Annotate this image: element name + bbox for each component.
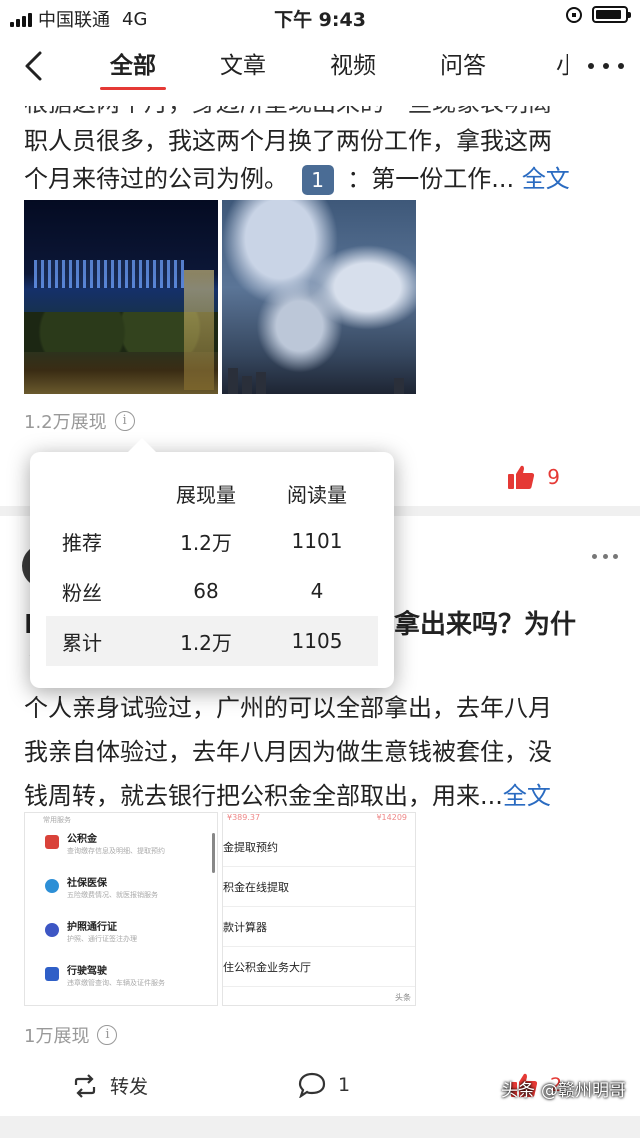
- post-card-1: 根据这两个月，身边所呈现出来的一些现象表明离 职人员很多，我这两个月换了两份工作…: [0, 98, 640, 506]
- post-1-line-2: 职人员很多，我这两个月换了两份工作，拿我这两: [24, 127, 552, 155]
- stats-row-recommend: 推荐 1.2万 1101: [62, 529, 343, 555]
- list-item: 积金在线提取: [223, 867, 415, 907]
- list-item: 住公积金业务大厅: [223, 947, 415, 987]
- post-2-text: 个人亲身试验过，广州的可以全部拿出，去年八月 我亲自体验过，去年八月因为做生意钱…: [24, 686, 624, 818]
- list-item: 款计算器: [223, 907, 415, 947]
- post-1-impressions: 1.2万展现 i: [24, 408, 135, 434]
- share-button[interactable]: 转发: [72, 1072, 148, 1099]
- tab-articles[interactable]: 文章: [188, 34, 298, 98]
- post-2-impressions: 1万展现 i: [24, 1022, 118, 1048]
- post-1-full-text-link[interactable]: 全文: [522, 165, 570, 193]
- post-2-more-button[interactable]: [592, 554, 618, 562]
- list-item: 金提取预约: [223, 827, 415, 867]
- post-1-line-1: 根据这两个月，身边所呈现出来的一些现象表明离: [24, 98, 552, 117]
- comment-button[interactable]: 1: [298, 1072, 350, 1098]
- comment-count: 1: [338, 1074, 351, 1096]
- post-2-line-1: 个人亲身试验过，广州的可以全部拿出，去年八月: [24, 694, 552, 722]
- stats-header-reads: 阅读量: [287, 482, 347, 507]
- stats-row-total: 累计 1.2万 1105: [46, 616, 378, 666]
- service-item: 社保医保 五险缴费情况、就医报销服务: [25, 869, 217, 913]
- stats-header-impressions: 展现量: [176, 482, 236, 507]
- chevron-left-icon: [25, 51, 42, 81]
- tab-videos[interactable]: 视频: [298, 34, 408, 98]
- thumbs-up-icon: [508, 465, 535, 489]
- more-options-button[interactable]: [588, 54, 624, 78]
- housing-fund-icon: [45, 835, 59, 849]
- post-1-text: 根据这两个月，身边所呈现出来的一些现象表明离 职人员很多，我这两个月换了两份工作…: [24, 98, 624, 198]
- tab-small-video[interactable]: 小视: [518, 34, 568, 98]
- info-icon[interactable]: i: [97, 1025, 118, 1045]
- keycap-number-one-icon: 1: [301, 165, 334, 195]
- post-1-like-button[interactable]: 9: [507, 464, 560, 490]
- repost-icon: [74, 1073, 96, 1098]
- post-1-image-cloudy-sky[interactable]: [222, 200, 416, 394]
- bottom-gap: [0, 1116, 640, 1138]
- post-2-image-fund-menu[interactable]: ¥389.37 ¥14209 金提取预约 积金在线提取 款计算器 住公积金业务大…: [222, 812, 416, 1006]
- clock: 下午 9:43: [274, 9, 366, 31]
- service-item: 行驶驾驶 违章缴管查询、车辆及证件服务: [25, 957, 217, 1001]
- scrollbar: [212, 833, 215, 873]
- impressions-stats-popup: 展现量 阅读量 推荐 1.2万 1101 粉丝 68 4 累计 1.2万 110…: [30, 438, 394, 688]
- image-watermark: 头条: [395, 993, 411, 1002]
- post-2-image-service-list[interactable]: 常用服务 公积金 查询缴存信息及明细、提取预约 社保医保 五险缴费情况、就医报销服务…: [24, 812, 218, 1006]
- back-button[interactable]: [18, 48, 54, 84]
- stats-table: 展现量 阅读量 推荐 1.2万 1101 粉丝 68 4 累计 1.2万 110…: [46, 470, 378, 666]
- stats-header-row: 展现量 阅读量: [46, 470, 378, 516]
- author-watermark: 头条 @赣州明哥: [501, 1081, 626, 1101]
- service-item: 护照通行证 护照、通行证签注办理: [25, 913, 217, 957]
- car-icon: [45, 967, 59, 981]
- post-1-image-night-city[interactable]: [24, 200, 218, 394]
- status-bar: 中国联通 4G 下午 9:43: [0, 0, 640, 34]
- info-icon[interactable]: i: [114, 411, 135, 431]
- post-2-full-text-link[interactable]: 全文: [503, 782, 551, 810]
- service-item: 公积金 查询缴存信息及明细、提取预约: [25, 825, 217, 869]
- tab-all[interactable]: 全部: [78, 34, 188, 98]
- tab-bar: 全部 文章 视频 问答 小视: [78, 34, 568, 98]
- post-1-line-3: 个月来待过的公司为例。 1 ：第一份工作... 全文: [24, 165, 570, 195]
- post-2-line-2: 我亲自体验过，去年八月因为做生意钱被套住，没: [24, 738, 552, 766]
- social-security-icon: [45, 879, 59, 893]
- battery-icon: [592, 6, 631, 23]
- tab-qa[interactable]: 问答: [408, 34, 518, 98]
- top-nav: 全部 文章 视频 问答 小视: [0, 34, 640, 98]
- passport-icon: [45, 923, 59, 937]
- post-1-like-count: 9: [547, 465, 560, 489]
- stats-row-fans: 粉丝 68 4: [62, 579, 324, 605]
- comment-icon: [298, 1072, 326, 1098]
- rotation-lock-icon: [566, 6, 582, 23]
